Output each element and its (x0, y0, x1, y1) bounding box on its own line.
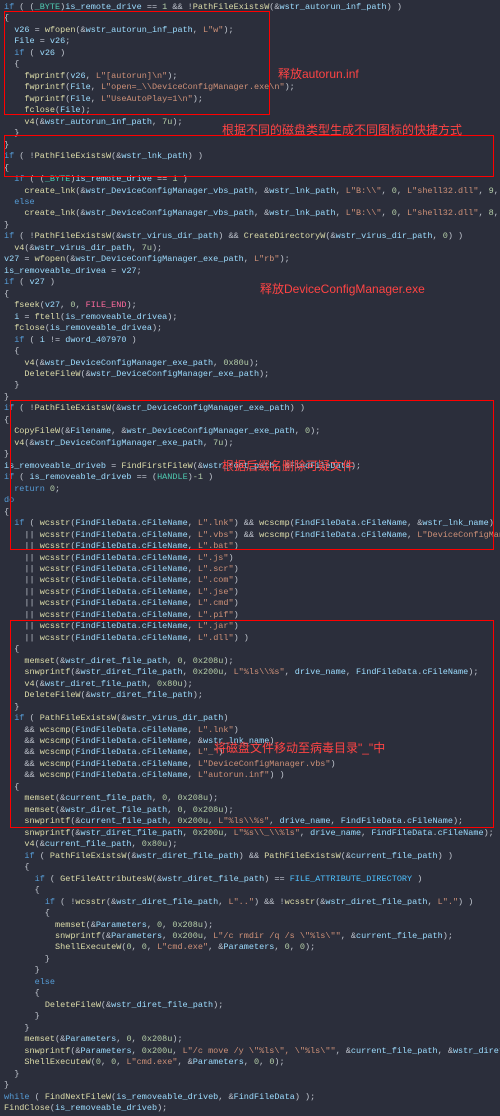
annotation-shortcut: 根据不同的磁盘类型生成不同图标的快捷方式 (222, 122, 462, 138)
code-block: if ( (_BYTE)is_remote_drive == 1 && !Pat… (0, 2, 500, 1114)
annotation-move-files: 将磁盘文件移动至病毒目录"_"中 (214, 740, 385, 756)
annotation-delete-suspicious: 根据后缀名删除可疑文件 (222, 458, 354, 474)
annotation-autorun: 释放autorun.inf (278, 66, 359, 82)
annotation-release-exe: 释放DeviceConfigManager.exe (260, 281, 425, 297)
